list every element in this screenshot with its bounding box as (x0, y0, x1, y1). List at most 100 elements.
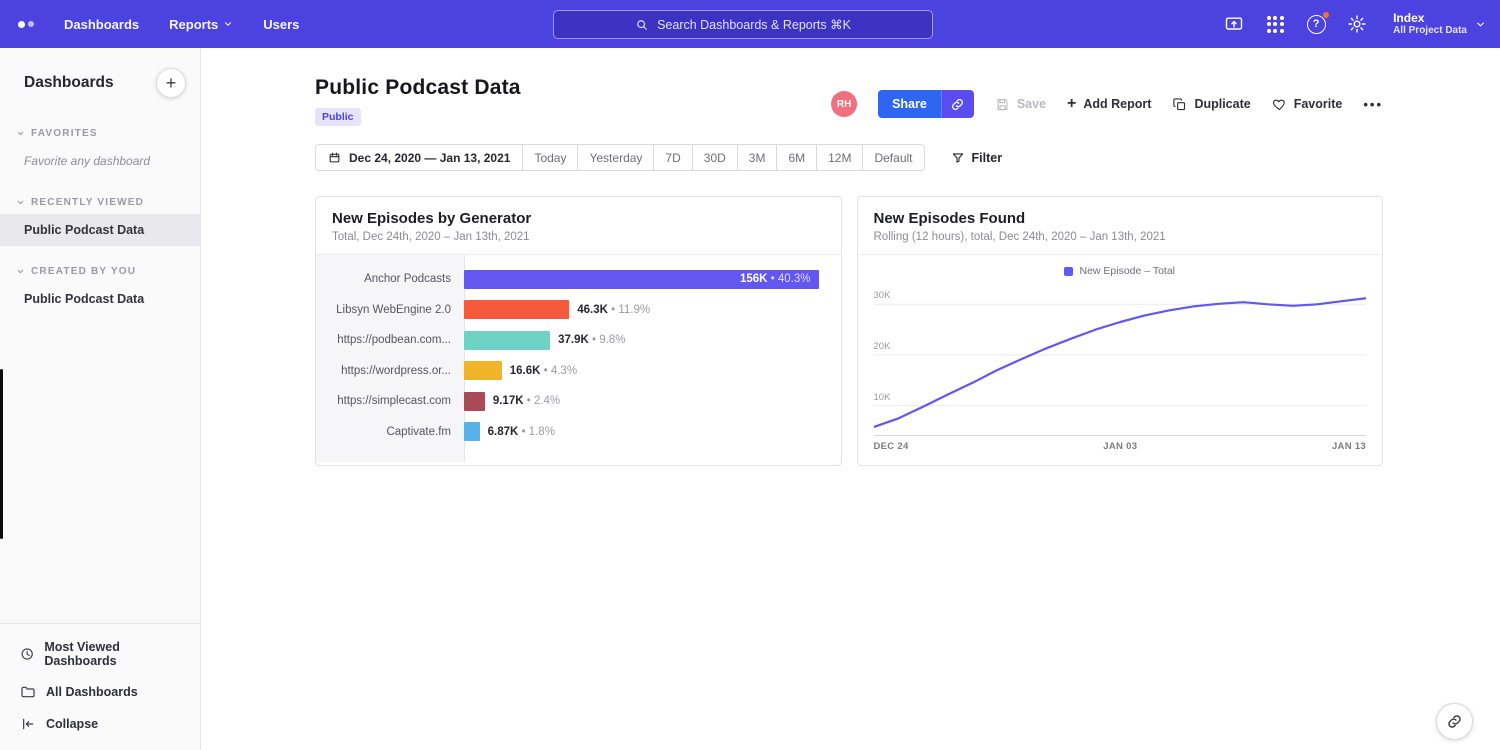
duplicate-button[interactable]: Duplicate (1172, 97, 1250, 112)
bar-value-label: 9.17K2.4% (493, 395, 560, 407)
collapse-sidebar-button[interactable]: Collapse (0, 708, 200, 740)
line-series (874, 284, 1367, 436)
line-plot-area[interactable]: 10K 20K 30K (874, 284, 1367, 436)
link-icon (1446, 713, 1463, 730)
bar-value-label: 156K40.3% (740, 273, 811, 285)
search-input[interactable]: Search Dashboards & Reports ⌘K (553, 10, 933, 39)
y-axis-tick: 20K (874, 341, 891, 352)
save-button[interactable]: Save (995, 97, 1046, 112)
x-axis-tick: JAN 03 (1103, 441, 1137, 452)
project-subtitle: All Project Data (1393, 25, 1467, 37)
plus-icon: + (1067, 96, 1076, 112)
sidebar: Dashboards + FAVORITES Favorite any dash… (0, 48, 201, 750)
bar-row: Anchor Podcasts 156K40.3% (316, 264, 841, 295)
nav-item-reports[interactable]: Reports (169, 17, 233, 32)
save-icon (995, 97, 1010, 112)
bar-category-label: Libsyn WebEngine 2.0 (316, 304, 464, 316)
x-axis: DEC 24 JAN 03 JAN 13 (874, 441, 1367, 452)
preset-yesterday[interactable]: Yesterday (577, 145, 653, 170)
x-axis-tick: DEC 24 (874, 441, 909, 452)
preset-6m[interactable]: 6M (776, 145, 816, 170)
preset-12m[interactable]: 12M (816, 145, 862, 170)
floating-copy-link-button[interactable] (1436, 703, 1473, 740)
heart-icon (1272, 97, 1287, 112)
nav-item-dashboards[interactable]: Dashboards (64, 17, 139, 32)
clock-icon (20, 646, 34, 662)
bar-category-label: Anchor Podcasts (316, 273, 464, 285)
copy-link-button[interactable] (941, 90, 974, 118)
bar[interactable] (464, 331, 550, 350)
legend-swatch (1064, 267, 1073, 276)
favorites-empty-hint: Favorite any dashboard (0, 145, 200, 177)
section-created-by-you[interactable]: CREATED BY YOU (0, 260, 200, 283)
new-dashboard-button[interactable]: + (156, 68, 186, 98)
search-placeholder: Search Dashboards & Reports ⌘K (657, 17, 851, 32)
bar-row: https://simplecast.com 9.17K2.4% (316, 386, 841, 417)
project-name: Index (1393, 11, 1467, 25)
preset-default[interactable]: Default (862, 145, 923, 170)
y-axis-tick: 30K (874, 290, 891, 301)
help-icon[interactable]: ? (1305, 13, 1327, 35)
add-report-button[interactable]: + Add Report (1067, 96, 1151, 112)
chevron-down-icon (16, 267, 25, 276)
chart-legend[interactable]: New Episode – Total (874, 263, 1367, 279)
bar[interactable] (464, 361, 502, 380)
preset-30d[interactable]: 30D (692, 145, 737, 170)
share-button[interactable]: Share (878, 90, 941, 118)
bar[interactable] (464, 392, 485, 411)
report-card-new-episodes-by-generator: New Episodes by Generator Total, Dec 24t… (315, 196, 842, 466)
copy-icon (1172, 97, 1187, 112)
project-switcher[interactable]: Index All Project Data (1393, 11, 1486, 37)
bar[interactable] (464, 422, 480, 441)
bar-chart: Anchor Podcasts 156K40.3% Libsyn WebEngi… (316, 255, 841, 462)
x-axis-tick: JAN 13 (1332, 441, 1366, 452)
settings-gear-icon[interactable] (1346, 13, 1368, 35)
sidebar-item-public-podcast-data[interactable]: Public Podcast Data (0, 214, 200, 246)
bar-value-label: 16.6K4.3% (510, 365, 577, 377)
bar-row: https://podbean.com... 37.9K9.8% (316, 325, 841, 356)
date-range-picker[interactable]: Dec 24, 2020 — Jan 13, 2021 (316, 145, 522, 170)
sidebar-item-public-podcast-data-created[interactable]: Public Podcast Data (0, 283, 200, 315)
report-subtitle: Total, Dec 24th, 2020 – Jan 13th, 2021 (332, 231, 825, 243)
apps-grid-icon[interactable] (1264, 13, 1286, 35)
filter-funnel-icon (951, 151, 965, 165)
section-favorites[interactable]: FAVORITES (0, 122, 200, 145)
preset-today[interactable]: Today (522, 145, 577, 170)
bar-row: https://wordpress.or... 16.6K4.3% (316, 356, 841, 387)
screen-edge-artifact (0, 369, 3, 539)
most-viewed-dashboards-button[interactable]: Most Viewed Dashboards (0, 632, 200, 676)
section-recently-viewed[interactable]: RECENTLY VIEWED (0, 191, 200, 214)
app-logo[interactable] (18, 21, 34, 28)
bar-value-label: 46.3K11.9% (577, 304, 650, 316)
sidebar-title: Dashboards (24, 74, 114, 92)
preset-3m[interactable]: 3M (737, 145, 777, 170)
main-content: Public Podcast Data Public RH Share Save… (201, 48, 1500, 750)
owner-avatar[interactable]: RH (831, 91, 857, 117)
bar-category-label: https://simplecast.com (316, 395, 464, 407)
calendar-icon (328, 151, 341, 164)
visibility-badge: Public (315, 108, 361, 126)
chevron-down-icon (1475, 19, 1486, 30)
filter-button[interactable]: Filter (951, 151, 1003, 165)
chevron-down-icon (223, 19, 233, 29)
bar[interactable]: 156K40.3% (464, 270, 819, 289)
bar-value-label: 6.87K1.8% (488, 426, 555, 438)
page-title: Public Podcast Data (315, 76, 521, 100)
favorite-button[interactable]: Favorite (1272, 97, 1343, 112)
more-options-button[interactable]: ••• (1363, 97, 1383, 112)
preset-7d[interactable]: 7D (653, 145, 691, 170)
report-title[interactable]: New Episodes by Generator (332, 210, 825, 227)
report-card-new-episodes-found: New Episodes Found Rolling (12 hours), t… (857, 196, 1384, 466)
top-nav: Dashboards Reports Users Search Dashboar… (0, 0, 1500, 48)
notification-badge (1322, 11, 1330, 19)
report-title[interactable]: New Episodes Found (874, 210, 1367, 227)
bar-value-label: 37.9K9.8% (558, 334, 625, 346)
screen-share-icon[interactable] (1223, 13, 1245, 35)
chevron-down-icon (16, 198, 25, 207)
report-subtitle: Rolling (12 hours), total, Dec 24th, 202… (874, 231, 1367, 243)
nav-item-users[interactable]: Users (263, 17, 299, 32)
bar-category-label: https://wordpress.or... (316, 365, 464, 377)
all-dashboards-button[interactable]: All Dashboards (0, 676, 200, 708)
line-chart: New Episode – Total 10K 20K 30K DEC 24 J… (858, 255, 1383, 452)
bar[interactable] (464, 300, 569, 319)
